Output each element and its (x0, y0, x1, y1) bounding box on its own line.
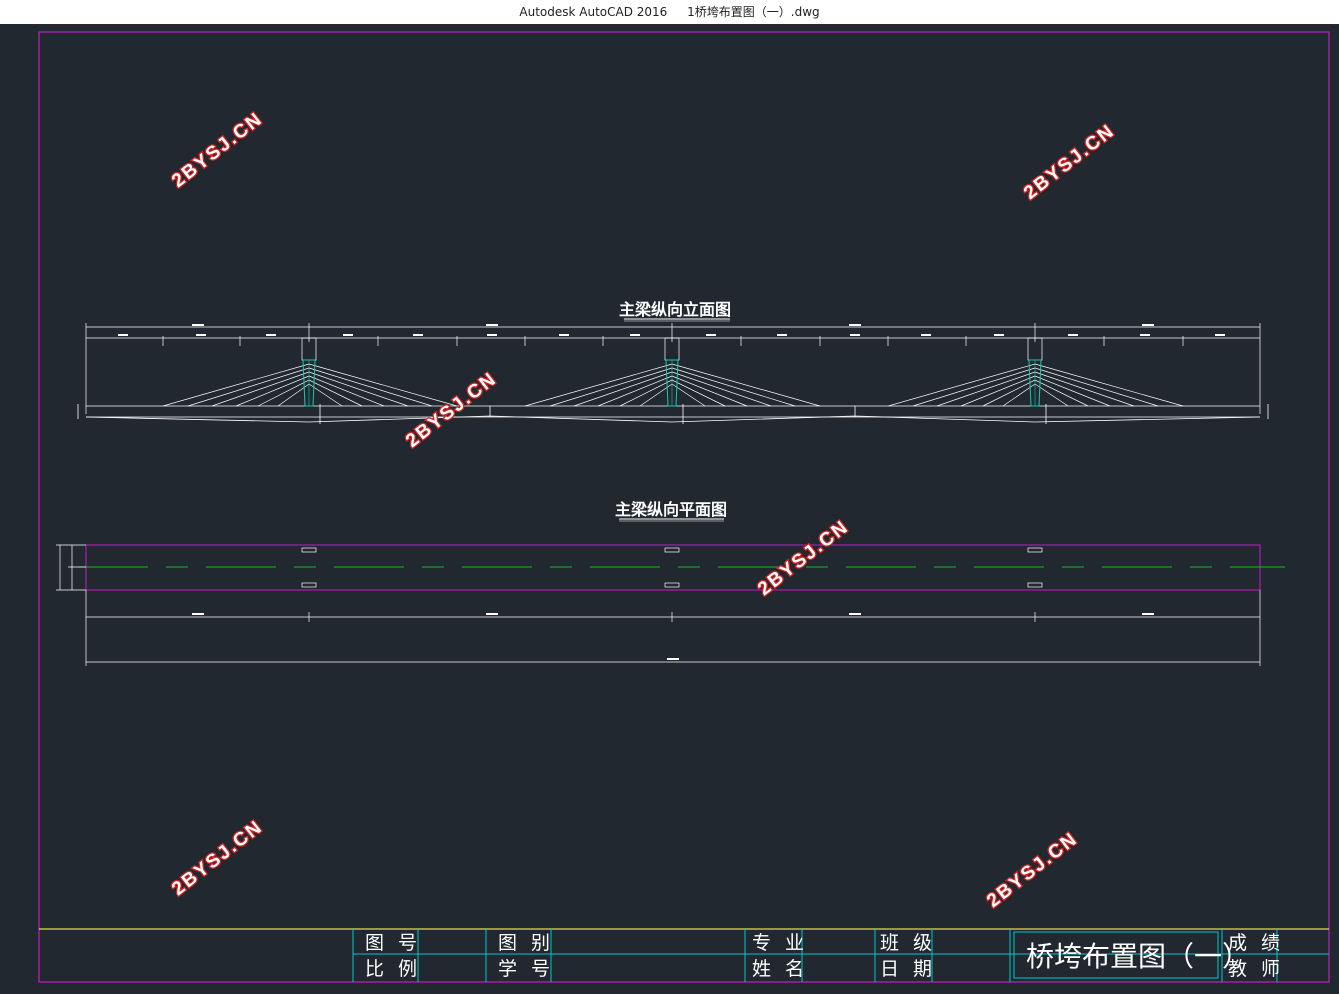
file-name: 1桥垮布置图（一）.dwg (687, 5, 820, 19)
pylon-2 (524, 337, 821, 407)
teacher-label: 教 师 (1228, 958, 1284, 980)
elevation-dimension-texts (118, 324, 1225, 336)
plan-pylon-marks (301, 547, 1043, 588)
category-label: 图 别 (498, 932, 554, 954)
plan-dimensions (56, 544, 1261, 666)
scale-label: 比 例 (365, 958, 421, 980)
student-no-label: 学 号 (498, 958, 554, 980)
drawing-canvas[interactable]: 主梁纵向立面图 主梁纵向平面图 2BYSJ.CN 2BYSJ.CN 2BYSJ.… (0, 24, 1339, 990)
drawing-no-label: 图 号 (365, 932, 421, 954)
watermark-6: 2BYSJ.CN (983, 828, 1082, 912)
grade-label: 成 绩 (1228, 932, 1284, 954)
bridge-deck (77, 404, 1269, 424)
name-label: 姓 名 (752, 958, 808, 980)
plan-dimension-texts (192, 613, 1154, 660)
date-label: 日 期 (880, 958, 936, 980)
window-titlebar: Autodesk AutoCAD 2016 1桥垮布置图（一）.dwg (0, 0, 1339, 24)
app-title: Autodesk AutoCAD 2016 (519, 5, 668, 19)
class-label: 班 级 (880, 932, 936, 954)
watermark-2: 2BYSJ.CN (1020, 120, 1119, 204)
watermark-3: 2BYSJ.CN (402, 368, 501, 452)
pylon-1 (162, 337, 458, 407)
plan-title: 主梁纵向平面图 (615, 500, 727, 519)
watermark-5: 2BYSJ.CN (168, 816, 267, 900)
watermark-4: 2BYSJ.CN (754, 516, 853, 600)
watermark-1: 2BYSJ.CN (168, 108, 267, 192)
major-label: 专 业 (752, 932, 808, 954)
drawing-title: 桥垮布置图（一） (1026, 940, 1250, 973)
pylon-3 (887, 337, 1184, 407)
elevation-title: 主梁纵向立面图 (619, 300, 731, 319)
